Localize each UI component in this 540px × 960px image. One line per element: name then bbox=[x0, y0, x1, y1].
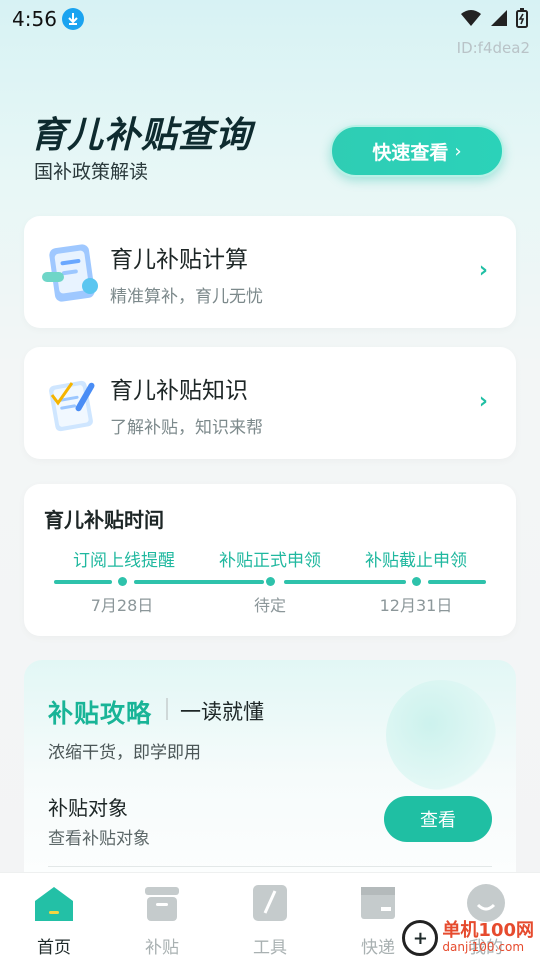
timeline-line bbox=[54, 580, 112, 584]
tool-icon bbox=[253, 885, 287, 921]
id-tag: ID:f4dea2 bbox=[456, 39, 530, 57]
status-icons bbox=[460, 8, 528, 28]
knowledge-card-title: 育儿补贴知识 bbox=[110, 378, 248, 404]
quick-view-button[interactable]: 快速查看 › bbox=[330, 125, 504, 177]
tab-tools[interactable]: 工具 bbox=[216, 883, 324, 958]
guide-subtitle: 一读就懂 bbox=[180, 700, 264, 724]
timeline-step-date: 待定 bbox=[253, 596, 286, 615]
divider bbox=[166, 698, 168, 720]
home-icon bbox=[35, 887, 73, 921]
calc-card-title: 育儿补贴计算 bbox=[110, 247, 248, 273]
page-subtitle: 国补政策解读 bbox=[34, 161, 149, 183]
tab-label: 工具 bbox=[253, 938, 287, 958]
status-time: 4:56 bbox=[12, 7, 57, 31]
timeline-step-label[interactable]: 订阅上线提醒 bbox=[54, 546, 194, 571]
package-icon bbox=[361, 887, 395, 919]
tab-label: 补贴 bbox=[145, 938, 179, 958]
guide-title: 补贴攻略 bbox=[48, 699, 153, 728]
guide-description: 浓缩干货，即学即用 bbox=[48, 743, 201, 763]
timeline-dot bbox=[412, 577, 421, 586]
timeline-step-label: 补贴正式申领 bbox=[219, 551, 321, 571]
battery-icon bbox=[516, 8, 528, 28]
timeline-step-date: 7月28日 bbox=[90, 596, 154, 615]
timeline-line bbox=[428, 580, 486, 584]
user-icon bbox=[467, 884, 505, 922]
tab-label: 首页 bbox=[37, 938, 71, 958]
chevron-right-icon: › bbox=[478, 389, 488, 414]
watermark: + 单机100网 danji100.com bbox=[402, 920, 534, 956]
guide-item-subtitle: 查看补贴对象 bbox=[48, 829, 150, 849]
timeline-step-date: 12月31日 bbox=[379, 596, 453, 615]
timeline-dot bbox=[266, 577, 275, 586]
watermark-line1: 单机100网 bbox=[442, 920, 534, 941]
knowledge-card[interactable]: 育儿补贴知识 了解补贴，知识来帮 › bbox=[24, 347, 516, 459]
timeline-line bbox=[134, 580, 264, 584]
download-icon bbox=[62, 8, 84, 30]
plus-icon: + bbox=[402, 920, 439, 956]
timeline-dot bbox=[118, 577, 127, 586]
decorative-circle bbox=[386, 680, 496, 790]
tab-subsidy[interactable]: 补贴 bbox=[108, 883, 216, 958]
quick-view-label: 快速查看 bbox=[372, 141, 449, 164]
watermark-line2: danji100.com bbox=[442, 940, 525, 954]
signal-icon bbox=[491, 10, 507, 26]
timeline-card: 育儿补贴时间 订阅上线提醒 补贴正式申领 补贴截止申领 7月28日 待定 12月… bbox=[24, 484, 516, 636]
knowledge-card-subtitle: 了解补贴，知识来帮 bbox=[110, 418, 263, 438]
chevron-right-icon: › bbox=[454, 140, 462, 162]
watermark-text: 单机100网 danji100.com bbox=[442, 920, 534, 955]
bottom-tab-bar: 首页 补贴 工具 快递 我的 + 单机100网 danji100.com bbox=[0, 872, 540, 960]
timeline-step-label: 补贴截止申领 bbox=[365, 551, 467, 571]
timeline-title: 育儿补贴时间 bbox=[44, 508, 164, 532]
calc-card-subtitle: 精准算补，育儿无忧 bbox=[110, 287, 263, 307]
guide-item-title: 补贴对象 bbox=[48, 796, 128, 820]
calc-card[interactable]: 育儿补贴计算 精准算补，育儿无忧 › bbox=[24, 216, 516, 328]
box-icon bbox=[145, 887, 179, 921]
page-title: 育儿补贴查询 bbox=[30, 115, 253, 156]
timeline-line bbox=[284, 580, 406, 584]
divider bbox=[48, 866, 492, 867]
chevron-right-icon: › bbox=[478, 258, 488, 283]
phone-calculator-icon bbox=[38, 242, 110, 306]
notebook-pen-icon bbox=[38, 373, 110, 437]
status-bar: 4:56 bbox=[0, 0, 540, 38]
wifi-icon bbox=[461, 10, 481, 26]
view-button[interactable]: 查看 bbox=[384, 796, 492, 842]
tab-home[interactable]: 首页 bbox=[0, 883, 108, 958]
